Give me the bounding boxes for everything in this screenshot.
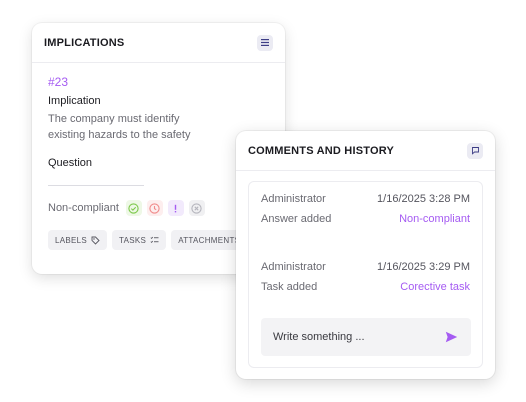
tasks-tab-label: TASKS xyxy=(119,235,147,245)
labels-tab-label: LABELS xyxy=(55,235,88,245)
menu-icon[interactable] xyxy=(257,34,273,51)
divider xyxy=(48,185,144,186)
comments-title: COMMENTS AND HISTORY xyxy=(248,144,394,157)
comment-input[interactable] xyxy=(273,331,433,343)
history-panel: Administrator 1/16/2025 3:28 PM Answer a… xyxy=(248,181,483,368)
labels-tab[interactable]: LABELS xyxy=(48,230,108,250)
send-icon[interactable] xyxy=(443,329,459,345)
comment-icon[interactable] xyxy=(467,142,483,159)
implication-label: Implication xyxy=(48,95,101,107)
comment-box xyxy=(261,318,471,356)
history-user: Administrator xyxy=(261,193,326,205)
implications-header: IMPLICATIONS xyxy=(32,23,285,63)
check-icon[interactable] xyxy=(125,200,142,216)
comments-header: COMMENTS AND HISTORY xyxy=(236,131,495,171)
history-entry: Administrator 1/16/2025 3:28 PM Answer a… xyxy=(261,189,470,229)
implication-number[interactable]: #23 xyxy=(48,75,269,89)
not-applicable-icon[interactable] xyxy=(188,200,205,216)
history-action: Task added xyxy=(261,281,318,293)
history-time: 1/16/2025 3:29 PM xyxy=(377,261,470,273)
status-text: Non-compliant xyxy=(48,202,119,214)
implications-title: IMPLICATIONS xyxy=(44,36,125,49)
exclamation-icon[interactable] xyxy=(167,200,184,216)
history-time: 1/16/2025 3:28 PM xyxy=(377,193,470,205)
attachments-tab-label: ATTACHMENTS xyxy=(178,235,241,245)
comments-card: COMMENTS AND HISTORY Administrator 1/16/… xyxy=(236,131,495,379)
history-value[interactable]: Corective task xyxy=(400,281,470,293)
history-entry: Administrator 1/16/2025 3:29 PM Task add… xyxy=(261,257,470,297)
history-value[interactable]: Non-compliant xyxy=(399,213,470,225)
list-icon xyxy=(150,236,159,243)
history-action: Answer added xyxy=(261,213,332,225)
screen: IMPLICATIONS #23 Implication The company… xyxy=(0,0,526,402)
tasks-tab[interactable]: TASKS xyxy=(112,230,167,250)
clock-icon[interactable] xyxy=(146,200,163,216)
implication-text: The company must identify existing hazar… xyxy=(48,113,191,141)
history-user: Administrator xyxy=(261,261,326,273)
tag-icon xyxy=(91,236,100,245)
